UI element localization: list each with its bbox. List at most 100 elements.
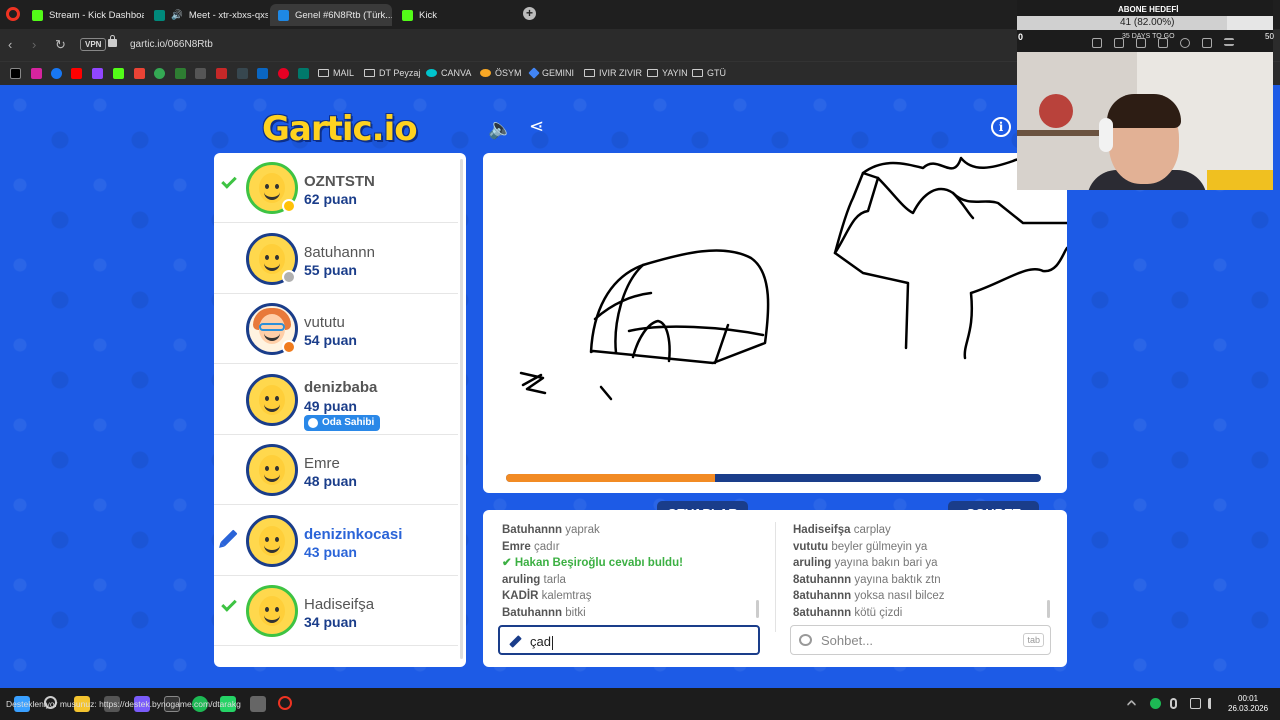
- chat-scrollbar[interactable]: [1047, 600, 1050, 618]
- play-icon[interactable]: [1158, 38, 1168, 48]
- red-bookmark-icon[interactable]: [216, 68, 227, 79]
- player-row[interactable]: vututu 54 puan: [214, 294, 458, 364]
- heart-icon[interactable]: [1180, 38, 1190, 48]
- speaker-icon[interactable]: 🔈: [488, 116, 513, 141]
- bookmark-canva[interactable]: CANVA: [426, 68, 471, 78]
- dollar-bookmark-icon[interactable]: [175, 68, 186, 79]
- player-row[interactable]: Emre 48 puan: [214, 435, 458, 505]
- phone-bookmark-icon[interactable]: [298, 68, 309, 79]
- pinterest-bookmark-icon[interactable]: [278, 68, 289, 79]
- message-author: vututu: [793, 540, 829, 553]
- answers-scrollbar[interactable]: [756, 600, 759, 618]
- message-author: Batuhannn: [502, 606, 563, 619]
- gartic-logo[interactable]: Gartic.io: [262, 109, 418, 149]
- status-dot: [282, 340, 296, 354]
- facebook-bookmark-icon[interactable]: [51, 68, 62, 79]
- shield-icon[interactable]: [1136, 38, 1146, 48]
- folder-icon: [692, 69, 703, 77]
- network-icon[interactable]: [1190, 698, 1201, 709]
- kick-favicon-icon: [32, 9, 43, 21]
- tab-gartic[interactable]: Genel #6N8Rtb (Türk...: [270, 4, 392, 26]
- stroke: [519, 371, 547, 395]
- lock-icon[interactable]: [108, 35, 117, 47]
- stroke: [589, 249, 770, 365]
- message-text: beyler gülmeyin ya: [831, 540, 928, 553]
- answers-list: Batuhannn yaprak Emre çadır ✔ Hakan Beşiro…: [502, 522, 762, 621]
- tab-kick[interactable]: Kick: [394, 4, 454, 26]
- tab-kick-dashboard[interactable]: Stream - Kick Dashboard: [24, 4, 144, 26]
- message-text: yayına baktık ztn: [854, 573, 941, 586]
- reload-icon[interactable]: ↻: [55, 37, 66, 53]
- vpn-badge[interactable]: VPN: [80, 38, 107, 51]
- message-text: kötü çizdi: [854, 606, 903, 619]
- bookmark-ivir-zivir[interactable]: IVIR ZIVIR: [584, 68, 642, 78]
- linkedin-bookmark-icon[interactable]: [257, 68, 268, 79]
- system-clock[interactable]: 00:01 26.03.2026: [1228, 694, 1268, 714]
- bookmark-mail[interactable]: MAIL: [318, 68, 354, 78]
- bookmark-osym[interactable]: ÖSYM: [480, 68, 522, 78]
- player-row[interactable]: denizbaba 49 puan Oda Sahibi: [214, 365, 458, 435]
- opera-taskbar-icon[interactable]: [278, 696, 292, 710]
- round-timer-fill: [506, 474, 715, 482]
- player-score: 34 puan: [304, 614, 357, 630]
- kick-bookmark-icon[interactable]: [113, 68, 124, 79]
- round-timer-bar: [506, 474, 1041, 482]
- forward-arrow-icon[interactable]: ›: [32, 37, 36, 52]
- volume-icon[interactable]: [1208, 698, 1219, 709]
- message: Hadiseifşa carplay: [793, 522, 1043, 539]
- player-name: OZNTSTN: [304, 173, 375, 190]
- folder-icon: [647, 69, 658, 77]
- new-tab-button[interactable]: +: [523, 7, 536, 20]
- answer-input[interactable]: çad: [498, 625, 760, 655]
- youtube-bookmark-icon[interactable]: [71, 68, 82, 79]
- edit-icon[interactable]: [1092, 38, 1102, 48]
- message-author: aruling: [502, 573, 541, 586]
- stroke: [963, 246, 1067, 360]
- camera-icon[interactable]: [1114, 38, 1124, 48]
- player-row[interactable]: Hadiseifşa 34 puan: [214, 576, 458, 646]
- player-name: denizinkocasi: [304, 525, 403, 543]
- subscriber-goal-text: 41 (82.00%): [1120, 17, 1175, 28]
- link-bookmark-icon[interactable]: [195, 68, 206, 79]
- app-icon[interactable]: [250, 696, 266, 712]
- meet-favicon-icon: [154, 9, 165, 21]
- message-text: bitki: [565, 606, 586, 619]
- osym-icon: [480, 69, 491, 77]
- bookmark-yayin[interactable]: YAYIN: [647, 68, 688, 78]
- player-score: 49 puan: [304, 397, 357, 414]
- webcam-headset: [1099, 118, 1113, 152]
- drawing-canvas[interactable]: [483, 153, 1067, 493]
- menu-icon[interactable]: [1224, 38, 1234, 46]
- download-icon[interactable]: [1202, 38, 1212, 48]
- dark-bookmark-icon[interactable]: [237, 68, 248, 79]
- spotify-tray-icon[interactable]: [1150, 698, 1161, 709]
- instagram-bookmark-icon[interactable]: [31, 68, 42, 79]
- chat-bubble-icon: [799, 634, 812, 646]
- url-field[interactable]: gartic.io/066N8Rtb: [130, 39, 213, 50]
- player-row[interactable]: denizinkocasi 43 puan: [214, 506, 458, 576]
- player-list-scrollbar[interactable]: [460, 159, 463, 659]
- bookmark-gtu[interactable]: GTÜ: [692, 68, 726, 78]
- share-icon[interactable]: ⋖: [529, 116, 544, 137]
- back-arrow-icon[interactable]: ‹: [8, 37, 12, 52]
- message: aruling yayına bakın bari ya: [793, 555, 1043, 572]
- player-row[interactable]: OZNTSTN 62 puan: [214, 153, 458, 223]
- chat-input[interactable]: Sohbet... tab: [790, 625, 1051, 655]
- microphone-icon[interactable]: [1170, 698, 1177, 709]
- tab-meet[interactable]: 🔊 Meet - xtr-xbxs-qxs: [146, 4, 268, 26]
- message: Batuhannn bitki: [502, 605, 762, 622]
- bookmark-gemini[interactable]: GEMINI: [528, 67, 574, 79]
- twitch-bookmark-icon[interactable]: [92, 68, 103, 79]
- message-text: yoksa nasıl bilcez: [854, 590, 945, 602]
- info-icon[interactable]: i: [991, 117, 1011, 137]
- x-bookmark-icon[interactable]: [10, 68, 21, 79]
- tray-chevron-icon[interactable]: [1126, 699, 1137, 710]
- bookmark-dt-peyzaj[interactable]: DT Peyzaj: [364, 68, 420, 78]
- opera-logo-icon[interactable]: [6, 7, 20, 21]
- gmail-bookmark-icon[interactable]: [134, 68, 145, 79]
- player-row[interactable]: 8atuhannn 55 puan: [214, 224, 458, 294]
- webcam-person-hair: [1107, 94, 1181, 128]
- maps-bookmark-icon[interactable]: [154, 68, 165, 79]
- subscriber-goal-title: ABONE HEDEFİ: [1118, 5, 1179, 14]
- windows-taskbar: Destekleniyor musunuz: https://destek.by…: [0, 688, 1280, 720]
